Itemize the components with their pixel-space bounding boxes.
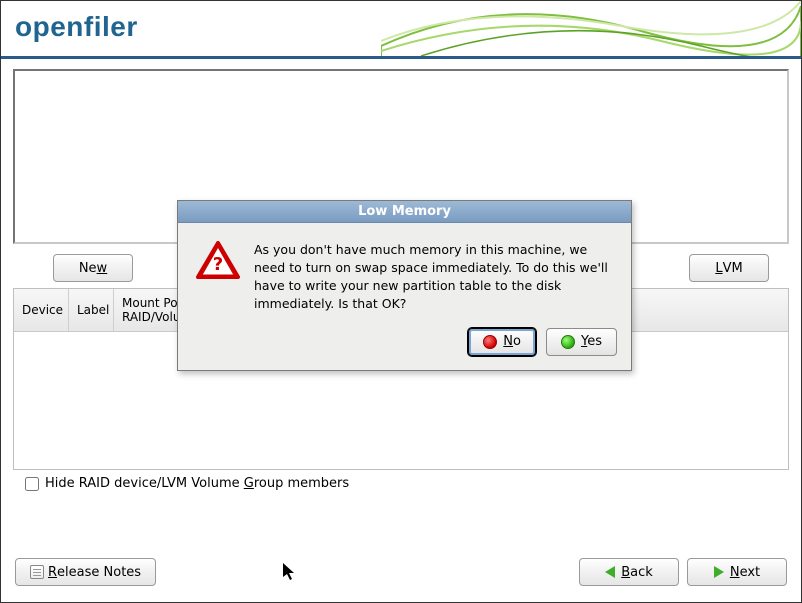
hide-raid-checkbox-row[interactable]: Hide RAID device/LVM Volume Group member…: [13, 470, 789, 491]
notes-icon: [30, 565, 44, 579]
brand-logo: openfiler: [15, 11, 138, 43]
arrow-left-icon: [605, 566, 615, 578]
svg-text:?: ?: [213, 254, 223, 275]
header-swoosh: [381, 1, 801, 59]
green-dot-icon: [561, 335, 575, 349]
hide-raid-label: Hide RAID device/LVM Volume Group member…: [45, 476, 349, 491]
no-button[interactable]: No: [468, 328, 536, 356]
release-notes-button[interactable]: Release Notes: [15, 558, 156, 586]
warning-icon: ?: [196, 241, 240, 281]
red-dot-icon: [483, 335, 497, 349]
col-label[interactable]: Label: [69, 289, 114, 331]
new-button[interactable]: New: [53, 254, 133, 282]
back-button[interactable]: Back: [579, 558, 679, 586]
arrow-right-icon: [714, 566, 724, 578]
next-button[interactable]: Next: [687, 558, 787, 586]
installer-header: openfiler: [1, 1, 801, 59]
dialog-title: Low Memory: [178, 201, 631, 223]
low-memory-dialog: Low Memory ? As you don't have much memo…: [177, 200, 632, 371]
dialog-message: As you don't have much memory in this ma…: [254, 241, 613, 314]
yes-button[interactable]: Yes: [546, 328, 617, 356]
wizard-footer: Release Notes Back Next: [1, 542, 801, 602]
hide-raid-checkbox[interactable]: [25, 477, 39, 491]
lvm-button[interactable]: LVM: [689, 254, 769, 282]
col-device[interactable]: Device: [14, 289, 69, 331]
